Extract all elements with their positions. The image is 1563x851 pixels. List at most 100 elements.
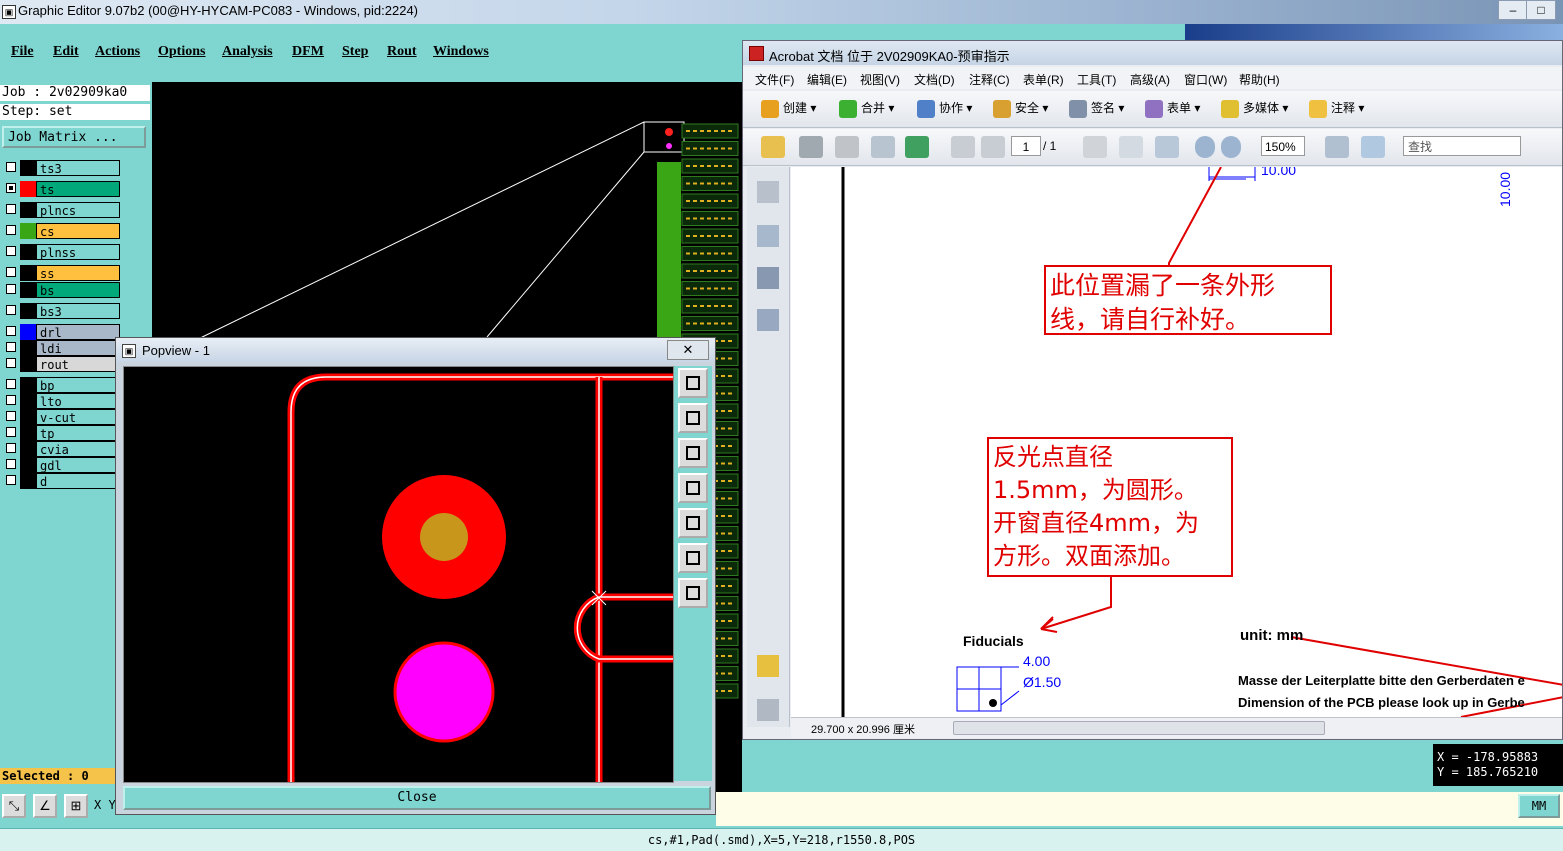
job-matrix-button[interactable]: Job Matrix ... bbox=[2, 126, 146, 148]
multimedia-button[interactable]: 多媒体 ▾ bbox=[1221, 99, 1288, 118]
layer-row-cvia[interactable]: cvia bbox=[2, 441, 120, 457]
layer-checkbox[interactable] bbox=[6, 326, 16, 336]
popview-close-button[interactable]: Close bbox=[123, 786, 711, 810]
grid-icon[interactable]: ⊞ bbox=[64, 794, 88, 818]
layer-checkbox[interactable] bbox=[6, 305, 16, 315]
layer-checkbox[interactable] bbox=[6, 379, 16, 389]
fit-view-icon[interactable] bbox=[678, 578, 708, 608]
layer-row-bs[interactable]: bs bbox=[2, 282, 120, 298]
open-folder-icon[interactable] bbox=[761, 136, 785, 158]
layers-panel-icon[interactable] bbox=[757, 267, 779, 289]
layer-checkbox[interactable] bbox=[6, 246, 16, 256]
menu-rout[interactable]: Rout bbox=[387, 44, 417, 60]
zoom-select[interactable]: 150% bbox=[1261, 136, 1305, 156]
layer-checkbox[interactable] bbox=[6, 267, 16, 277]
acrobat-menu-file[interactable]: 文件(F) bbox=[755, 71, 794, 88]
zoom-in-circle-icon[interactable] bbox=[1221, 136, 1241, 158]
layer-checkbox[interactable] bbox=[6, 358, 16, 368]
layer-checkbox[interactable] bbox=[6, 443, 16, 453]
acrobat-menu-comments[interactable]: 注释(C) bbox=[969, 71, 1010, 88]
attachments-panel-icon[interactable] bbox=[757, 699, 779, 721]
print-icon[interactable] bbox=[799, 136, 823, 158]
layer-checkbox[interactable] bbox=[6, 411, 16, 421]
layer-row-d[interactable]: d bbox=[2, 473, 120, 489]
layer-row-gdl[interactable]: gdl bbox=[2, 457, 120, 473]
menu-file[interactable]: File bbox=[11, 44, 34, 60]
acrobat-menu-tools[interactable]: 工具(T) bbox=[1077, 71, 1116, 88]
acrobat-menu-help[interactable]: 帮助(H) bbox=[1239, 71, 1280, 88]
popview-canvas[interactable] bbox=[123, 366, 674, 783]
zoom-out-icon[interactable] bbox=[678, 543, 708, 573]
layer-row-tp[interactable]: tp bbox=[2, 425, 120, 441]
zoom-out-circle-icon[interactable] bbox=[1195, 136, 1215, 158]
fit-page-icon[interactable] bbox=[1361, 136, 1385, 158]
menu-options[interactable]: Options bbox=[158, 44, 205, 60]
pan-down-icon[interactable] bbox=[678, 438, 708, 468]
page-up-icon[interactable] bbox=[951, 136, 975, 158]
acrobat-titlebar[interactable]: Acrobat 文档 位于 2V02909KA0-预审指示 bbox=[743, 41, 1562, 65]
layer-row-bp[interactable]: bp bbox=[2, 377, 120, 393]
layer-checkbox[interactable] bbox=[6, 459, 16, 469]
layer-checkbox[interactable] bbox=[6, 284, 16, 294]
menu-analysis[interactable]: Analysis bbox=[222, 44, 273, 60]
save-icon[interactable] bbox=[835, 136, 859, 158]
create-button[interactable]: 创建 ▾ bbox=[761, 99, 816, 118]
comment-button[interactable]: 注释 ▾ bbox=[1309, 99, 1364, 118]
pages-panel-icon[interactable] bbox=[757, 181, 779, 203]
pan-left-icon[interactable] bbox=[678, 473, 708, 503]
comments-panel-icon[interactable] bbox=[757, 655, 779, 677]
menu-actions[interactable]: Actions bbox=[95, 44, 140, 60]
layer-checkbox[interactable] bbox=[6, 225, 16, 235]
fit-width-icon[interactable] bbox=[1325, 136, 1349, 158]
layer-row-drl[interactable]: drl bbox=[2, 324, 120, 340]
select-text-icon[interactable] bbox=[1083, 136, 1107, 158]
sign-button[interactable]: 签名 ▾ bbox=[1069, 99, 1124, 118]
layer-checkbox[interactable] bbox=[6, 395, 16, 405]
units-button[interactable]: MM bbox=[1518, 794, 1560, 818]
upload-icon[interactable] bbox=[905, 136, 929, 158]
layer-row-ts[interactable]: ts bbox=[2, 181, 120, 197]
layer-row-ldi[interactable]: ldi bbox=[2, 340, 120, 356]
acrobat-menu-advanced[interactable]: 高级(A) bbox=[1130, 71, 1170, 88]
zoom-in-icon[interactable] bbox=[678, 368, 708, 398]
page-down-icon[interactable] bbox=[981, 136, 1005, 158]
layer-row-bs3[interactable]: bs3 bbox=[2, 303, 120, 319]
maximize-icon[interactable]: □ bbox=[1526, 0, 1556, 20]
zoom-tool-icon[interactable] bbox=[1155, 136, 1179, 158]
find-input[interactable]: 查找 bbox=[1403, 136, 1521, 156]
popview-close-icon[interactable]: ✕ bbox=[667, 340, 709, 360]
pan-up-icon[interactable] bbox=[678, 403, 708, 433]
collaborate-button[interactable]: 协作 ▾ bbox=[917, 99, 972, 118]
layer-checkbox[interactable] bbox=[6, 427, 16, 437]
signatures-panel-icon[interactable] bbox=[757, 309, 779, 331]
layer-row-rout[interactable]: rout bbox=[2, 356, 120, 372]
menu-windows[interactable]: Windows bbox=[433, 44, 489, 60]
layer-checkbox[interactable] bbox=[6, 475, 16, 485]
menu-edit[interactable]: Edit bbox=[53, 44, 79, 60]
menu-step[interactable]: Step bbox=[342, 44, 368, 60]
acrobat-menu-document[interactable]: 文档(D) bbox=[914, 71, 955, 88]
measure-icon[interactable]: ∠ bbox=[33, 794, 57, 818]
layer-row-v-cut[interactable]: v-cut bbox=[2, 409, 120, 425]
hand-tool-icon[interactable] bbox=[1119, 136, 1143, 158]
layer-row-lto[interactable]: lto bbox=[2, 393, 120, 409]
layer-checkbox[interactable] bbox=[6, 342, 16, 352]
layer-row-plncs[interactable]: plncs bbox=[2, 202, 120, 218]
acrobat-menu-window[interactable]: 窗口(W) bbox=[1184, 71, 1227, 88]
pan-right-icon[interactable] bbox=[678, 508, 708, 538]
menu-dfm[interactable]: DFM bbox=[292, 44, 324, 60]
layer-row-ts3[interactable]: ts3 bbox=[2, 160, 120, 176]
acrobat-menu-forms[interactable]: 表单(R) bbox=[1023, 71, 1064, 88]
combine-button[interactable]: 合并 ▾ bbox=[839, 99, 894, 118]
popview-titlebar[interactable]: ▣ Popview - 1 ✕ bbox=[116, 338, 715, 362]
layer-row-plnss[interactable]: plnss bbox=[2, 244, 120, 260]
page-number-input[interactable]: 1 bbox=[1011, 136, 1041, 156]
acrobat-menu-edit[interactable]: 编辑(E) bbox=[807, 71, 847, 88]
layer-row-ss[interactable]: ss bbox=[2, 265, 120, 281]
layer-checkbox[interactable] bbox=[6, 183, 16, 193]
acrobat-menu-view[interactable]: 视图(V) bbox=[860, 71, 900, 88]
pdf-page[interactable]: 10.00 10.00 此位置漏了一条外形 线，请自行补好。 反光点直径 1.5… bbox=[791, 167, 1562, 717]
email-icon[interactable] bbox=[871, 136, 895, 158]
horizontal-scrollbar[interactable]: 29.700 x 20.996 厘米 bbox=[791, 717, 1562, 738]
layer-checkbox[interactable] bbox=[6, 204, 16, 214]
